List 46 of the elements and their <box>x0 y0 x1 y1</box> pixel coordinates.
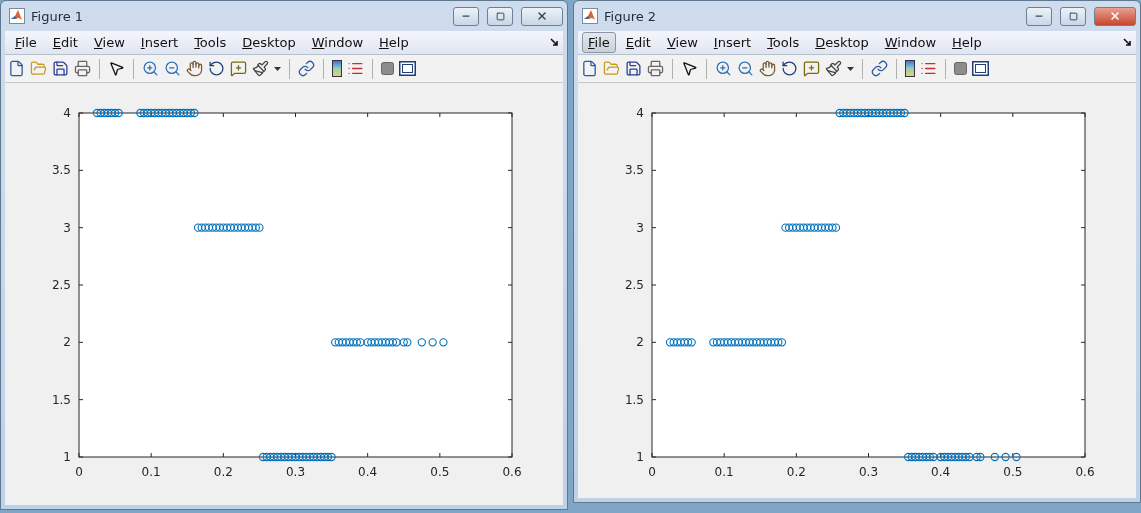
tick-label: 0.2 <box>786 465 806 479</box>
window-title: Figure 1 <box>31 8 85 24</box>
tick-label: 0 <box>648 465 656 479</box>
window-title: Figure 2 <box>604 8 658 24</box>
menu-item[interactable]: Window <box>305 32 370 53</box>
tick-label: 1 <box>636 450 644 464</box>
tick-label: 3 <box>63 220 71 235</box>
tick-label: 0.3 <box>285 465 306 479</box>
tick-label: 1.5 <box>624 392 644 407</box>
tick-label: 3.5 <box>624 163 644 178</box>
tick-label: 4 <box>63 106 71 120</box>
tick-label: 0.5 <box>1003 465 1023 479</box>
tick-label: 0.3 <box>858 465 879 479</box>
menu-item[interactable]: Desktop <box>809 32 875 53</box>
menu-item[interactable]: Insert <box>134 32 185 53</box>
tick-label: 0.5 <box>430 465 450 479</box>
menu-item[interactable]: Window <box>878 32 943 53</box>
tick-label: 1 <box>63 450 71 464</box>
menu-item[interactable]: View <box>87 32 131 53</box>
tick-label: 2.5 <box>624 278 644 292</box>
tick-label: 2 <box>636 335 644 350</box>
tick-label: 0.6 <box>502 465 522 479</box>
tick-label: 4 <box>636 106 644 120</box>
tick-label: 0.4 <box>931 465 951 479</box>
menu-item[interactable]: Insert <box>707 32 758 53</box>
menu-item[interactable]: Help <box>373 32 415 53</box>
tick-label: 3.5 <box>51 163 71 178</box>
menu-item[interactable]: Desktop <box>236 32 302 53</box>
tick-label: 0.1 <box>714 465 734 479</box>
tick-label: 0 <box>75 465 83 479</box>
tick-label: 0.1 <box>141 465 161 479</box>
menu-item[interactable]: Tools <box>188 32 233 53</box>
menu-item[interactable]: File <box>582 32 616 53</box>
menu-item[interactable]: Edit <box>619 32 657 53</box>
tick-label: 2.5 <box>51 278 71 292</box>
menu-item[interactable]: File <box>9 32 43 53</box>
tick-label: 0.4 <box>358 465 378 479</box>
tick-label: 2 <box>63 335 71 350</box>
menu-item[interactable]: Help <box>946 32 988 53</box>
menu-item[interactable]: Edit <box>46 32 84 53</box>
tick-label: 0.6 <box>1075 465 1095 479</box>
menu-item[interactable]: Tools <box>761 32 806 53</box>
tick-label: 3 <box>636 220 644 235</box>
menu-item[interactable]: View <box>660 32 704 53</box>
tick-label: 1.5 <box>51 392 71 407</box>
tick-label: 0.2 <box>213 465 233 479</box>
